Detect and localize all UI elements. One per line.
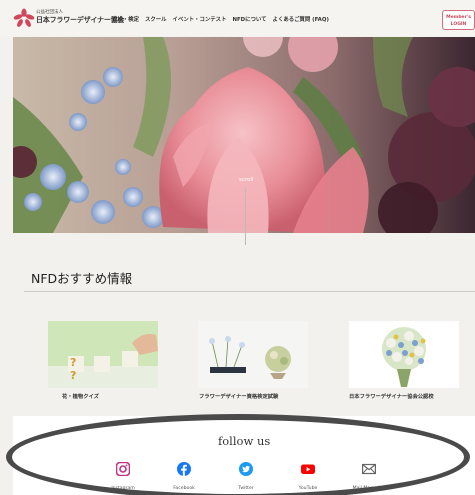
flower-arrangement-image	[198, 321, 308, 388]
card-image-schools[interactable]	[349, 321, 459, 388]
card-label-schools[interactable]: 日本フラワーデザイナー協会公認校	[349, 392, 434, 400]
social-label-instagram: Instagram	[111, 486, 135, 491]
site-header: 公益社団法人 日本フラワーデザイナー協会 資格・検定 スクール イベント・コンテ…	[0, 0, 475, 36]
nav-item-qualification[interactable]: 資格・検定	[112, 15, 139, 23]
card-image-quiz[interactable]: ? ?	[48, 321, 158, 388]
login-button-line1: Member's	[446, 15, 471, 20]
main-nav: 資格・検定 スクール イベント・コンテスト NFDについて よくあるご質問 (F…	[112, 15, 329, 23]
member-login-button[interactable]: Member's LOGIN	[442, 10, 475, 30]
nav-item-school[interactable]: スクール	[145, 15, 167, 23]
social-label-twitter: Twitter	[238, 486, 254, 491]
social-label-mail-magazine: Mail Magazine	[352, 486, 386, 491]
mail-icon	[362, 463, 377, 475]
social-link-mail-magazine[interactable]: Mail Magazine	[344, 461, 394, 491]
nav-item-events[interactable]: イベント・コンテスト	[173, 15, 227, 23]
bouquet-image	[349, 321, 459, 388]
youtube-icon	[301, 464, 315, 474]
social-link-youtube[interactable]: YouTube	[283, 461, 333, 491]
follow-us-title: follow us	[218, 434, 271, 448]
scroll-indicator-line	[245, 188, 246, 245]
social-label-youtube: YouTube	[298, 486, 318, 491]
nav-item-faq[interactable]: よくあるご質問 (FAQ)	[273, 15, 329, 23]
card-image-certification[interactable]	[198, 321, 308, 388]
social-label-facebook: Facebook	[173, 486, 195, 491]
flower-logo-icon[interactable]	[13, 8, 35, 28]
login-button-line2: LOGIN	[450, 22, 467, 27]
social-link-twitter[interactable]: Twitter	[221, 461, 271, 491]
facebook-icon	[177, 462, 191, 476]
instagram-icon	[115, 461, 131, 477]
hero-image: scroll	[13, 37, 475, 233]
social-link-instagram[interactable]: Instagram	[98, 461, 148, 491]
social-link-facebook[interactable]: Facebook	[159, 461, 209, 491]
quiz-question-marks: ? ?	[70, 356, 90, 382]
card-label-certification[interactable]: フラワーデザイナー資格検定試験	[199, 392, 278, 400]
scroll-indicator-label[interactable]: scroll	[239, 177, 253, 183]
nav-item-about[interactable]: NFDについて	[232, 15, 266, 23]
recommend-section-title: NFDおすすめ情報	[31, 271, 133, 286]
twitter-icon	[239, 462, 253, 476]
card-label-quiz[interactable]: 花・植物クイズ	[62, 392, 99, 400]
hero-flowers-illustration	[13, 37, 475, 233]
section-divider	[24, 291, 475, 292]
